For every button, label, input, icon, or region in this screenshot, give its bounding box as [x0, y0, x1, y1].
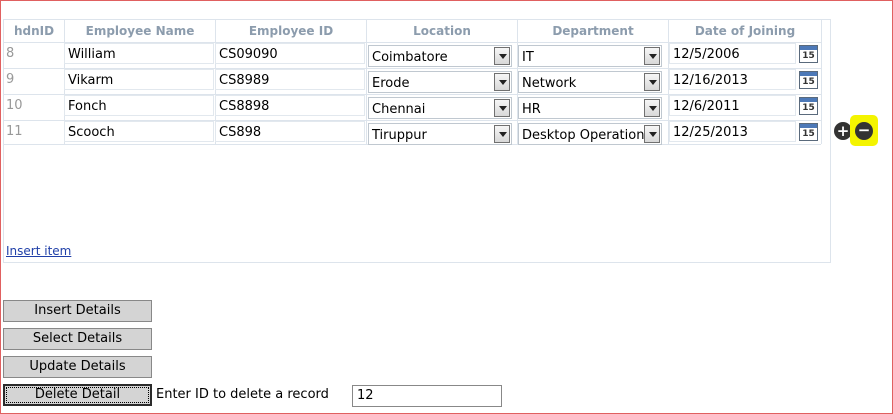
location-select[interactable]: Coimbatore: [368, 45, 512, 67]
dropdown-arrow-icon[interactable]: [494, 125, 510, 143]
calendar-icon[interactable]: 15: [799, 123, 818, 141]
delete-id-input[interactable]: 12: [352, 385, 502, 407]
header-location: Location: [413, 24, 471, 38]
hdn-id-cell: 8: [6, 46, 15, 61]
calendar-icon[interactable]: 15: [799, 71, 818, 89]
employee-name-field[interactable]: Fonch: [64, 95, 214, 116]
update-details-button[interactable]: Update Details: [3, 356, 152, 378]
delete-detail-button[interactable]: Delete Detail: [3, 384, 152, 406]
employee-name-field[interactable]: William: [64, 43, 214, 64]
employee-name-field[interactable]: Scooch: [64, 121, 214, 142]
employee-name-field[interactable]: Vikarm: [64, 69, 214, 90]
dropdown-arrow-icon[interactable]: [494, 47, 510, 65]
date-of-joining-field[interactable]: 12/5/2006: [669, 43, 796, 64]
hdn-id-cell: 11: [6, 124, 23, 139]
dropdown-arrow-icon[interactable]: [494, 99, 510, 117]
dropdown-arrow-icon[interactable]: [644, 47, 660, 65]
dropdown-arrow-icon[interactable]: [494, 73, 510, 91]
header-employee-id: Employee ID: [248, 24, 334, 38]
remove-row-icon[interactable]: −: [855, 122, 873, 140]
location-select[interactable]: Chennai: [368, 97, 512, 119]
department-select[interactable]: Desktop Operations: [518, 123, 662, 145]
date-of-joining-field[interactable]: 12/16/2013: [669, 69, 796, 90]
select-details-button[interactable]: Select Details: [3, 328, 152, 350]
hdn-id-cell: 10: [6, 98, 23, 113]
header-hdnid: hdnID: [13, 24, 55, 38]
employee-id-field[interactable]: CS898: [215, 121, 365, 142]
insert-details-button[interactable]: Insert Details: [3, 300, 152, 322]
employee-id-field[interactable]: CS09090: [215, 43, 365, 64]
location-select[interactable]: Erode: [368, 71, 512, 93]
header-date-of-joining: Date of Joining: [694, 24, 796, 38]
insert-item-link[interactable]: Insert item: [6, 244, 71, 258]
location-select[interactable]: Tiruppur: [368, 123, 512, 145]
calendar-icon[interactable]: 15: [799, 45, 818, 63]
delete-id-label: Enter ID to delete a record: [156, 387, 329, 402]
dropdown-arrow-icon[interactable]: [644, 125, 660, 143]
department-select[interactable]: HR: [518, 97, 662, 119]
employee-id-field[interactable]: CS8989: [215, 69, 365, 90]
date-of-joining-field[interactable]: 12/25/2013: [669, 121, 796, 142]
header-department: Department: [552, 24, 634, 38]
header-employee-name: Employee Name: [85, 24, 195, 38]
hdn-id-cell: 9: [6, 72, 15, 87]
department-select[interactable]: IT: [518, 45, 662, 67]
dropdown-arrow-icon[interactable]: [644, 99, 660, 117]
calendar-icon[interactable]: 15: [799, 97, 818, 115]
department-select[interactable]: Network: [518, 71, 662, 93]
date-of-joining-field[interactable]: 12/6/2011: [669, 95, 796, 116]
dropdown-arrow-icon[interactable]: [644, 73, 660, 91]
employee-id-field[interactable]: CS8898: [215, 95, 365, 116]
